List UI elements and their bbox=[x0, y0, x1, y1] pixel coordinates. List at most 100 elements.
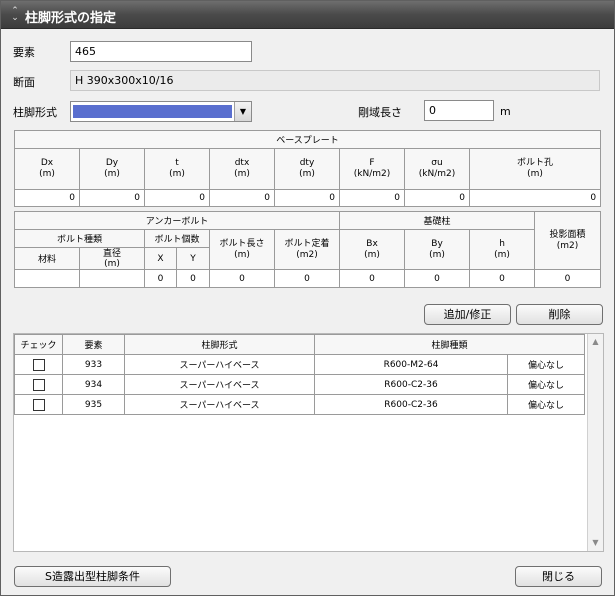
element-input[interactable]: 465 bbox=[70, 41, 252, 62]
base-type-label: 柱脚形式 bbox=[13, 106, 57, 119]
base-kind-column-header[interactable]: 柱脚種類 bbox=[313, 334, 586, 355]
element-column-header[interactable]: 要素 bbox=[62, 334, 125, 355]
row-base-kind: R600-C2-36 bbox=[314, 374, 508, 395]
row-base-kind: R600-M2-64 bbox=[314, 354, 508, 375]
base-plate-header: Dx (m) bbox=[14, 148, 80, 190]
row-base-kind: R600-C2-36 bbox=[314, 394, 508, 415]
base-plate-header-unit: (m) bbox=[39, 169, 55, 179]
base-plate-value-cell[interactable]: 0 bbox=[209, 189, 275, 207]
close-button[interactable]: 閉じる bbox=[515, 566, 602, 587]
chevron-down-icon[interactable]: ▼ bbox=[234, 102, 251, 121]
section-field: H 390x300x10/16 bbox=[70, 70, 600, 91]
base-plate-header-name: dty bbox=[299, 158, 315, 168]
bx-header: Bx (m) bbox=[339, 229, 406, 270]
material-header: 材料 bbox=[14, 247, 80, 270]
base-plate-header-unit: (kN/m2) bbox=[418, 169, 456, 179]
check-column-header[interactable]: チェック bbox=[14, 334, 63, 355]
list-row[interactable]: 935 スーパーハイベース R600-C2-36 偏心なし bbox=[14, 394, 586, 415]
list-row[interactable]: 934 スーパーハイベース R600-C2-36 偏心なし bbox=[14, 374, 586, 395]
s-exposed-base-conditions-button[interactable]: S造露出型柱脚条件 bbox=[14, 566, 171, 587]
base-type-select[interactable]: ▼ bbox=[70, 101, 252, 122]
base-plate-value-cell[interactable]: 0 bbox=[468, 189, 602, 207]
row-element: 935 bbox=[62, 394, 125, 415]
base-plate-header: σu (kN/m2) bbox=[404, 148, 470, 190]
base-type-column-header[interactable]: 柱脚形式 bbox=[124, 334, 315, 355]
row-checkbox-cell bbox=[14, 394, 63, 415]
row-checkbox[interactable] bbox=[32, 378, 45, 391]
row-base-type: スーパーハイベース bbox=[124, 394, 315, 415]
row-eccentricity: 偏心なし bbox=[506, 354, 586, 375]
bolt-fix-header: ボルト定着 (m2) bbox=[273, 229, 341, 270]
anchor-bolt-grid: アンカーボルト 基礎柱 投影面積 (m2) ボルト種類 ボルト個数 ボルト長さ … bbox=[13, 211, 602, 288]
row-checkbox-cell bbox=[14, 354, 63, 375]
rigid-zone-label: 剛域長さ bbox=[358, 106, 402, 119]
by-cell[interactable]: 0 bbox=[404, 269, 471, 288]
base-plate-header-unit: (kN/m2) bbox=[353, 169, 391, 179]
element-list[interactable]: チェック 要素 柱脚形式 柱脚種類 933 スーパーハイベース R600-M2-64… bbox=[13, 333, 604, 552]
dialog-window: ⌃ ⌄ 柱脚形式の指定 要素 465 断面 H 390x300x10/16 柱脚形… bbox=[0, 0, 615, 596]
row-checkbox-cell bbox=[14, 374, 63, 395]
base-plate-value-cell[interactable]: 0 bbox=[274, 189, 340, 207]
row-element: 934 bbox=[62, 374, 125, 395]
base-plate-header-unit: (m) bbox=[234, 169, 250, 179]
bolt-fix-cell[interactable]: 0 bbox=[273, 269, 341, 288]
rigid-zone-input[interactable]: 0 bbox=[424, 100, 494, 121]
base-plate-header-name: F bbox=[369, 158, 375, 168]
bolt-count-header: ボルト個数 bbox=[144, 229, 210, 248]
base-plate-header: dty (m) bbox=[274, 148, 340, 190]
section-label: 断面 bbox=[13, 76, 35, 89]
base-plate-header: dtx (m) bbox=[209, 148, 275, 190]
base-plate-header-name: t bbox=[175, 158, 179, 168]
base-plate-header: F (kN/m2) bbox=[339, 148, 405, 190]
add-edit-button[interactable]: 追加/修正 bbox=[424, 304, 511, 325]
diameter-header: 直径 (m) bbox=[79, 247, 145, 270]
base-plate-header-unit: (m) bbox=[299, 169, 315, 179]
rigid-zone-unit: m bbox=[500, 105, 511, 118]
row-eccentricity: 偏心なし bbox=[506, 374, 586, 395]
element-label: 要素 bbox=[13, 46, 35, 59]
row-element: 933 bbox=[62, 354, 125, 375]
y-cell[interactable]: 0 bbox=[176, 269, 210, 288]
base-plate-header-unit: (m) bbox=[104, 169, 120, 179]
bolt-length-header: ボルト長さ (m) bbox=[209, 229, 275, 270]
base-plate-value-cell[interactable]: 0 bbox=[339, 189, 405, 207]
base-plate-group-header: ベースプレート bbox=[13, 130, 602, 149]
row-base-type: スーパーハイベース bbox=[124, 374, 315, 395]
base-plate-header-name: dtx bbox=[234, 158, 250, 168]
h-header: h (m) bbox=[469, 229, 536, 270]
base-plate-header-name: σu bbox=[431, 158, 443, 168]
scroll-up-icon[interactable]: ▲ bbox=[589, 335, 602, 349]
list-scrollbar[interactable]: ▲ ▼ bbox=[587, 334, 603, 551]
base-plate-grid: ベースプレート Dx (m) Dy (m) t (m) dtx (m) dty (m) F (kN/m… bbox=[13, 130, 602, 207]
base-plate-header-name: Dx bbox=[40, 158, 54, 168]
row-base-type: スーパーハイベース bbox=[124, 354, 315, 375]
base-plate-value-cell[interactable]: 0 bbox=[144, 189, 210, 207]
base-plate-value-cell[interactable]: 0 bbox=[14, 189, 80, 207]
base-plate-header: Dy (m) bbox=[79, 148, 145, 190]
titlebar[interactable]: ⌃ ⌄ 柱脚形式の指定 bbox=[1, 1, 614, 29]
h-cell[interactable]: 0 bbox=[469, 269, 536, 288]
scroll-down-icon[interactable]: ▼ bbox=[589, 536, 602, 550]
base-plate-value-cell[interactable]: 0 bbox=[404, 189, 470, 207]
projected-area-header: 投影面積 (m2) bbox=[534, 211, 602, 270]
y-header: Y bbox=[176, 247, 210, 270]
foundation-group-header: 基礎柱 bbox=[339, 211, 536, 230]
projected-area-cell[interactable]: 0 bbox=[534, 269, 602, 288]
collapse-chevron-icon[interactable]: ⌃ ⌄ bbox=[9, 7, 21, 23]
base-plate-header-name: ボルト孔 bbox=[517, 158, 554, 168]
x-header: X bbox=[144, 247, 177, 270]
anchor-group-header: アンカーボルト bbox=[13, 211, 341, 230]
row-checkbox[interactable] bbox=[32, 358, 45, 371]
row-checkbox[interactable] bbox=[32, 398, 45, 411]
bolt-type-header: ボルト種類 bbox=[14, 229, 145, 248]
bolt-length-cell[interactable]: 0 bbox=[209, 269, 275, 288]
diameter-cell[interactable] bbox=[79, 269, 145, 288]
delete-button[interactable]: 削除 bbox=[516, 304, 603, 325]
base-plate-value-cell[interactable]: 0 bbox=[79, 189, 145, 207]
material-cell[interactable] bbox=[14, 269, 80, 288]
bx-cell[interactable]: 0 bbox=[339, 269, 406, 288]
list-row[interactable]: 933 スーパーハイベース R600-M2-64 偏心なし bbox=[14, 354, 586, 375]
x-cell[interactable]: 0 bbox=[144, 269, 177, 288]
base-plate-header: t (m) bbox=[144, 148, 210, 190]
base-plate-header: ボルト孔 (m) bbox=[468, 148, 602, 190]
